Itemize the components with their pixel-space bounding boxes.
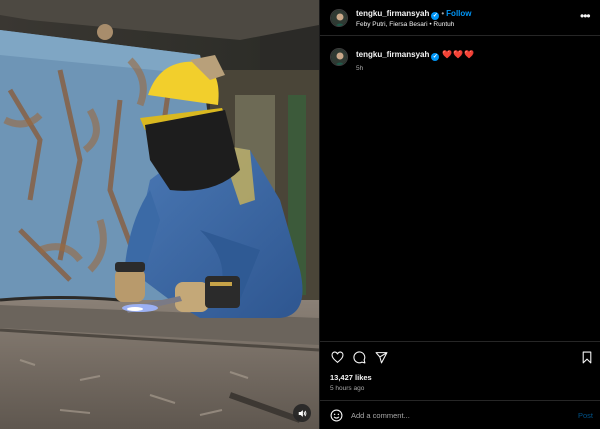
author-line: tengku_firmansyah ✓ • Follow (356, 9, 472, 20)
speaker-icon (298, 409, 306, 417)
welder-video-frame (0, 0, 319, 429)
audio-attribution-link[interactable]: Feby Putri, Fiersa Besari • Runtuh (356, 21, 454, 28)
caption: tengku_firmansyah ✓ ❤️❤️❤️ (356, 50, 475, 61)
like-count[interactable]: 13,427 likes (330, 373, 372, 382)
comment-bar: Post (320, 400, 600, 429)
post-header: tengku_firmansyah ✓ • Follow Feby Putri, Fi… (320, 0, 600, 36)
share-icon (375, 351, 387, 363)
author-avatar[interactable] (330, 9, 348, 27)
caption-text: ❤️❤️❤️ (442, 50, 476, 59)
emoji-icon[interactable] (330, 409, 343, 422)
comment-input[interactable] (351, 408, 561, 423)
verified-badge-icon: ✓ (431, 12, 440, 20)
action-bar (320, 341, 600, 371)
post-details-panel: tengku_firmansyah ✓ • Follow Feby Putri, Fi… (319, 0, 600, 429)
avatar-image (331, 10, 347, 26)
share-button[interactable] (374, 350, 388, 364)
like-button[interactable] (330, 350, 344, 364)
comment-button[interactable] (352, 350, 366, 364)
heart-icon (331, 350, 343, 363)
avatar-image (331, 49, 347, 65)
mute-toggle-button[interactable] (293, 404, 311, 422)
caption-author-avatar[interactable] (330, 48, 348, 66)
author-username-link[interactable]: tengku_firmansyah (356, 9, 429, 18)
post-comment-button[interactable]: Post (578, 411, 593, 420)
verified-badge-icon: ✓ (431, 53, 440, 61)
post-timestamp: 5 hours ago (330, 385, 365, 392)
caption-timestamp[interactable]: 5h (356, 65, 363, 72)
post-media[interactable] (0, 0, 319, 429)
more-options-icon[interactable]: ••• (580, 10, 591, 22)
caption-username-link[interactable]: tengku_firmansyah (356, 50, 429, 59)
separator-dot: • (441, 9, 445, 18)
follow-button[interactable]: Follow (446, 9, 471, 18)
save-button[interactable] (580, 350, 594, 364)
comment-icon (352, 350, 365, 363)
bookmark-icon (582, 351, 592, 363)
